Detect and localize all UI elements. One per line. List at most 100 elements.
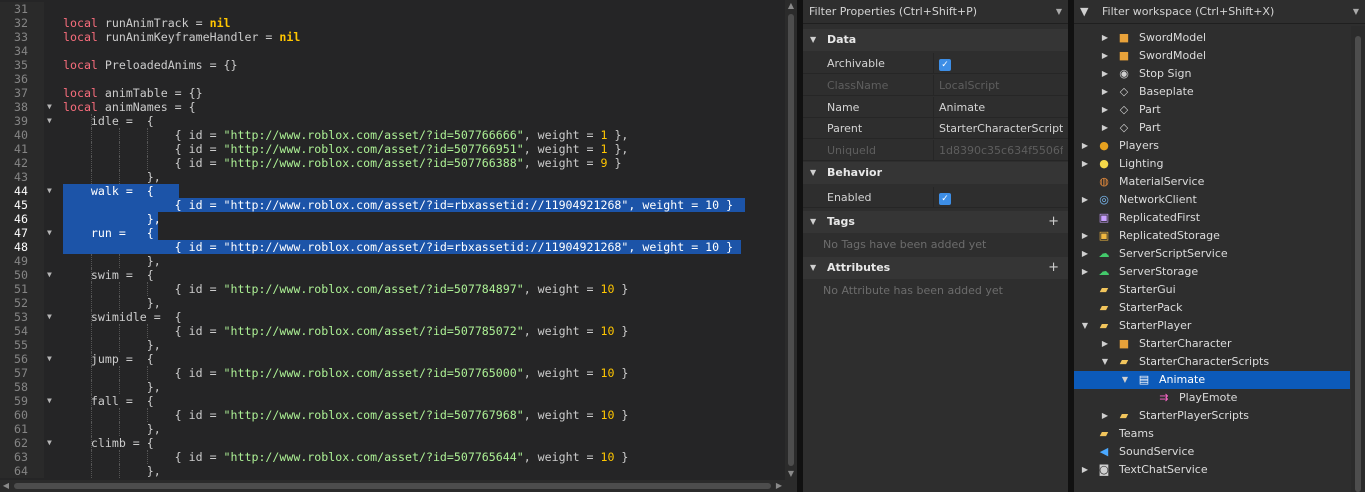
explorer-item-networkclient[interactable]: ▶ ◎ NetworkClient xyxy=(1074,191,1350,209)
collapse-arrow-icon[interactable]: ▼ xyxy=(1120,371,1130,389)
scroll-down-icon[interactable]: ▼ xyxy=(785,468,797,480)
explorer-scrollbar[interactable] xyxy=(1351,26,1365,492)
expand-arrow-icon[interactable]: ▶ xyxy=(1100,119,1110,137)
fold-arrow-icon[interactable]: ▼ xyxy=(47,100,57,114)
explorer-item-replicatedfirst[interactable]: ▣ ReplicatedFirst xyxy=(1074,209,1350,227)
horizontal-scrollbar[interactable]: ◀ ▶ xyxy=(0,480,785,492)
code-line[interactable]: 61 }, xyxy=(0,422,785,436)
expand-arrow-icon[interactable]: ▶ xyxy=(1080,461,1090,479)
scrollbar-thumb[interactable] xyxy=(788,14,794,466)
collapse-arrow-icon[interactable]: ▼ xyxy=(1080,317,1090,335)
expand-arrow-icon[interactable]: ▶ xyxy=(1080,191,1090,209)
explorer-item-animate[interactable]: ▼ ▤ Animate xyxy=(1074,371,1350,389)
explorer-item-stop-sign[interactable]: ▶ ◉ Stop Sign xyxy=(1074,65,1350,83)
explorer-item-playemote[interactable]: ⇉ PlayEmote xyxy=(1074,389,1350,407)
code-line[interactable]: 57 { id = "http://www.roblox.com/asset/?… xyxy=(0,366,785,380)
expand-arrow-icon[interactable]: ▶ xyxy=(1100,407,1110,425)
code-line[interactable]: 56 ▼ jump = { xyxy=(0,352,785,366)
expand-arrow-icon[interactable]: ▶ xyxy=(1080,227,1090,245)
filter-workspace-input[interactable]: ▼ Filter workspace (Ctrl+Shift+X) ▼ xyxy=(1074,0,1365,24)
code-line[interactable]: 46 }, xyxy=(0,212,785,226)
vertical-scrollbar[interactable]: ▲ ▼ xyxy=(785,0,797,480)
explorer-item-serverstorage[interactable]: ▶ ☁ ServerStorage xyxy=(1074,263,1350,281)
code-line[interactable]: 31 xyxy=(0,2,785,16)
scrollbar-thumb[interactable] xyxy=(1355,36,1361,492)
code-line[interactable]: 52 }, xyxy=(0,296,785,310)
property-row-enabled[interactable]: Enabled ✓ xyxy=(803,187,1068,208)
fold-arrow-icon[interactable]: ▼ xyxy=(47,394,57,408)
name-field[interactable]: Animate xyxy=(939,97,1063,118)
code-line[interactable]: 39 ▼ idle = { xyxy=(0,114,785,128)
property-row-name[interactable]: Name Animate xyxy=(803,97,1068,118)
code-line[interactable]: 35 local PreloadedAnims = {} xyxy=(0,58,785,72)
enabled-checkbox[interactable]: ✓ xyxy=(939,193,951,205)
explorer-item-swordmodel[interactable]: ▶ ■ SwordModel xyxy=(1074,29,1350,47)
property-row-archivable[interactable]: Archivable ✓ xyxy=(803,53,1068,74)
code-line[interactable]: 48 { id = "http://www.roblox.com/asset/?… xyxy=(0,240,785,254)
code-line[interactable]: 37 local animTable = {} xyxy=(0,86,785,100)
section-data[interactable]: ▼ Data xyxy=(803,29,1068,51)
code-line[interactable]: 59 ▼ fall = { xyxy=(0,394,785,408)
collapse-arrow-icon[interactable]: ▼ xyxy=(810,29,816,51)
fold-arrow-icon[interactable]: ▼ xyxy=(47,226,57,240)
expand-arrow-icon[interactable]: ▶ xyxy=(1080,155,1090,173)
fold-arrow-icon[interactable]: ▼ xyxy=(47,268,57,282)
archivable-checkbox[interactable]: ✓ xyxy=(939,59,951,71)
code-line[interactable]: 47 ▼ run = { xyxy=(0,226,785,240)
scroll-right-icon[interactable]: ▶ xyxy=(773,480,785,492)
fold-arrow-icon[interactable]: ▼ xyxy=(47,436,57,450)
explorer-item-materialservice[interactable]: ◍ MaterialService xyxy=(1074,173,1350,191)
code-line[interactable]: 53 ▼ swimidle = { xyxy=(0,310,785,324)
fold-arrow-icon[interactable]: ▼ xyxy=(47,310,57,324)
chevron-down-icon[interactable]: ▼ xyxy=(1353,0,1359,24)
code-line[interactable]: 54 { id = "http://www.roblox.com/asset/?… xyxy=(0,324,785,338)
explorer-item-startergui[interactable]: ▰ StarterGui xyxy=(1074,281,1350,299)
fold-arrow-icon[interactable]: ▼ xyxy=(47,352,57,366)
code-line[interactable]: 49 }, xyxy=(0,254,785,268)
code-line[interactable]: 42 { id = "http://www.roblox.com/asset/?… xyxy=(0,156,785,170)
code-line[interactable]: 41 { id = "http://www.roblox.com/asset/?… xyxy=(0,142,785,156)
explorer-item-part[interactable]: ▶ ◇ Part xyxy=(1074,101,1350,119)
explorer-item-starterplayerscripts[interactable]: ▶ ▰ StarterPlayerScripts xyxy=(1074,407,1350,425)
code-line[interactable]: 63 { id = "http://www.roblox.com/asset/?… xyxy=(0,450,785,464)
expand-arrow-icon[interactable]: ▶ xyxy=(1100,65,1110,83)
expand-arrow-icon[interactable]: ▶ xyxy=(1100,47,1110,65)
fold-arrow-icon[interactable]: ▼ xyxy=(47,114,57,128)
explorer-item-starterplayer[interactable]: ▼ ▰ StarterPlayer xyxy=(1074,317,1350,335)
explorer-item-textchatservice[interactable]: ▶ ◙ TextChatService xyxy=(1074,461,1350,479)
property-row-parent[interactable]: Parent StarterCharacterScripts xyxy=(803,118,1068,139)
explorer-item-startercharacter[interactable]: ▶ ■ StarterCharacter xyxy=(1074,335,1350,353)
code-line[interactable]: 36 xyxy=(0,72,785,86)
code-line[interactable]: 38 ▼ local animNames = { xyxy=(0,100,785,114)
explorer-item-lighting[interactable]: ▶ ● Lighting xyxy=(1074,155,1350,173)
code-line[interactable]: 62 ▼ climb = { xyxy=(0,436,785,450)
script-editor[interactable]: 31 32 local runAnimTrack = nil 33 local runA… xyxy=(0,0,797,492)
explorer-item-teams[interactable]: ▰ Teams xyxy=(1074,425,1350,443)
fold-arrow-icon[interactable]: ▼ xyxy=(47,184,57,198)
expand-arrow-icon[interactable]: ▶ xyxy=(1100,101,1110,119)
code-line[interactable]: 50 ▼ swim = { xyxy=(0,268,785,282)
explorer-item-players[interactable]: ▶ ● Players xyxy=(1074,137,1350,155)
code-line[interactable]: 32 local runAnimTrack = nil xyxy=(0,16,785,30)
code-line[interactable]: 34 xyxy=(0,44,785,58)
add-tag-icon[interactable]: + xyxy=(1048,211,1059,233)
add-attribute-icon[interactable]: + xyxy=(1048,257,1059,279)
explorer-item-soundservice[interactable]: ◀ SoundService xyxy=(1074,443,1350,461)
collapse-arrow-icon[interactable]: ▼ xyxy=(810,162,816,184)
expand-arrow-icon[interactable]: ▶ xyxy=(1100,335,1110,353)
code-line[interactable]: 55 }, xyxy=(0,338,785,352)
expand-arrow-icon[interactable]: ▶ xyxy=(1100,83,1110,101)
scroll-left-icon[interactable]: ◀ xyxy=(0,480,12,492)
code-line[interactable]: 60 { id = "http://www.roblox.com/asset/?… xyxy=(0,408,785,422)
scroll-up-icon[interactable]: ▲ xyxy=(785,0,797,12)
code-line[interactable]: 45 { id = "http://www.roblox.com/asset/?… xyxy=(0,198,785,212)
explorer-item-swordmodel[interactable]: ▶ ■ SwordModel xyxy=(1074,47,1350,65)
expand-arrow-icon[interactable]: ▶ xyxy=(1080,137,1090,155)
explorer-item-starterpack[interactable]: ▰ StarterPack xyxy=(1074,299,1350,317)
explorer-item-baseplate[interactable]: ▶ ◇ Baseplate xyxy=(1074,83,1350,101)
filter-icon[interactable]: ▼ xyxy=(1080,0,1088,24)
section-attributes[interactable]: ▼ Attributes + xyxy=(803,257,1068,279)
expand-arrow-icon[interactable]: ▶ xyxy=(1080,245,1090,263)
explorer-item-serverscriptservice[interactable]: ▶ ☁ ServerScriptService xyxy=(1074,245,1350,263)
filter-properties-input[interactable]: Filter Properties (Ctrl+Shift+P) ▼ xyxy=(803,0,1068,24)
